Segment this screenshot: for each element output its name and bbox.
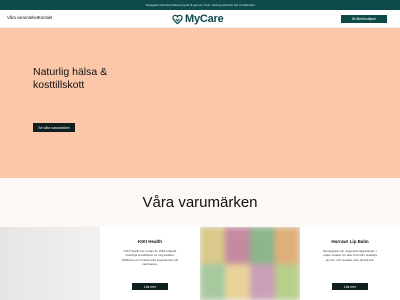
announcement-bar: Vanagata ordonkat bildanumyndi til-gamon… bbox=[0, 0, 400, 10]
hero-title: Naturlig hälsa & kosttillskott bbox=[33, 66, 108, 91]
read-more-button[interactable]: Läs mer bbox=[132, 283, 168, 290]
brand-card-kiki: KIKI Health KIKI Health har sedan år 199… bbox=[100, 227, 200, 300]
brands-title: Våra varumärken bbox=[142, 194, 258, 211]
brand-image-placeholder bbox=[0, 227, 100, 300]
hero-banner: Naturlig hälsa & kosttillskott Se våra v… bbox=[0, 28, 400, 178]
nav-link-brands[interactable]: Våra varumärken bbox=[7, 15, 39, 20]
announcement-text: Vanagata ordonkat bildanumyndi til-gamon… bbox=[145, 3, 255, 7]
logo-text: MyCare bbox=[185, 13, 224, 25]
logo[interactable]: MyCare bbox=[172, 12, 224, 26]
nav-link-contact[interactable]: Kontakt bbox=[38, 15, 52, 20]
brand-image-2 bbox=[200, 227, 300, 300]
site-header: Våra varumärken Kontakt MyCare Bli återf… bbox=[0, 10, 400, 28]
brands-section: Våra varumärken KIKI Health KIKI Health … bbox=[0, 178, 400, 300]
heart-logo-icon bbox=[172, 14, 183, 25]
become-retailer-button[interactable]: Bli återförsäljare bbox=[341, 15, 387, 23]
brand-image-1 bbox=[0, 227, 100, 300]
brand-name: Hurraw! Lip Balm bbox=[331, 239, 369, 244]
brand-description: KIKI Health har sedan år 1999 erbjudit n… bbox=[121, 249, 179, 267]
brand-card-hurraw: Hurraw! Lip Balm Ekologiska och veganska… bbox=[300, 227, 400, 300]
read-more-button[interactable]: Läs mer bbox=[332, 283, 368, 290]
product-collage-image bbox=[200, 227, 300, 300]
hero-cta-button[interactable]: Se våra varumärken bbox=[33, 123, 75, 132]
brand-name: KIKI Health bbox=[137, 239, 162, 244]
brand-description: Ekologiska och veganska läppbalsam i uni… bbox=[323, 249, 377, 262]
